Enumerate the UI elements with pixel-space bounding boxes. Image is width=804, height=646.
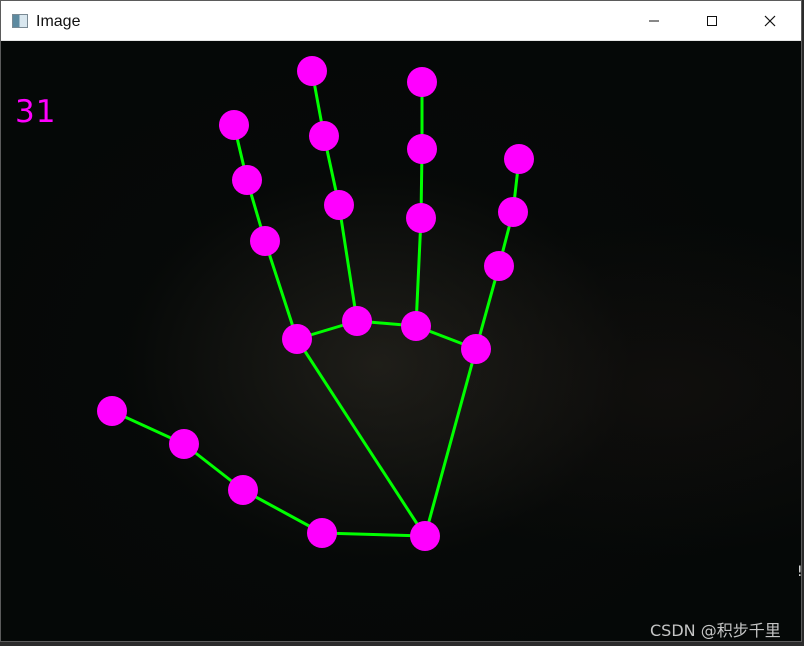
window-title: Image — [36, 13, 81, 30]
csdn-watermark: CSDN @积步千里 — [650, 621, 781, 640]
hand-landmarks — [97, 56, 534, 551]
minimize-icon — [649, 20, 659, 22]
close-icon — [764, 15, 776, 27]
image-window: Image 31 — [0, 0, 802, 642]
hand-overlay — [97, 56, 534, 551]
video-canvas: 31 — [1, 41, 801, 641]
minimize-button[interactable] — [625, 1, 683, 41]
edge-glyph: ! — [797, 564, 803, 580]
maximize-icon — [707, 16, 717, 26]
maximize-button[interactable] — [683, 1, 741, 41]
fps-counter: 31 — [15, 94, 57, 130]
close-button[interactable] — [741, 1, 799, 41]
title-bar: Image — [1, 1, 801, 41]
app-icon — [12, 14, 28, 28]
